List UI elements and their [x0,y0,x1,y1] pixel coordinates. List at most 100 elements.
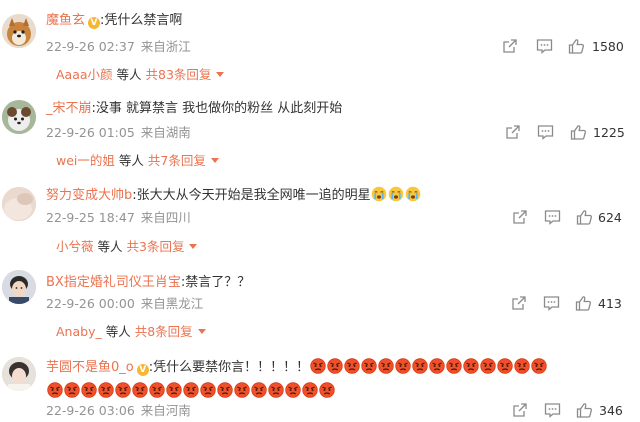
reply-mid: 等人 [116,67,142,82]
angry-face-emoji [165,382,182,398]
reply-summary[interactable]: Aaaa小颜 等人 共83条回复 [56,66,225,84]
angry-face-emoji [428,358,445,374]
angry-face-emoji [199,382,216,398]
comment-icon[interactable] [544,209,561,227]
comment-meta: 22-9-25 18:47 来自四川 [46,209,191,227]
reply-summary[interactable]: wei一的姐 等人 共7条回复 [56,152,219,170]
angry-face-emoji [309,358,326,374]
angry-face-emoji [301,382,318,398]
angry-face-emoji [360,358,377,374]
share-icon[interactable] [502,38,518,56]
share-icon[interactable] [505,124,521,142]
comment-date: 22-9-26 02:37 [46,39,135,54]
like-count: 1580 [592,39,624,54]
vip-badge-icon: V [136,364,149,376]
avatar[interactable] [2,100,36,134]
angry-face-emoji [148,382,165,398]
username[interactable]: 魔鱼玄 [46,13,85,28]
comment-meta: 22-9-26 02:37 来自浙江 [46,38,191,56]
comment-text: :凭什么要禁你言！！！！！ [148,360,310,375]
comment-icon[interactable] [544,402,561,420]
angry-face-emoji [513,358,530,374]
reply-user[interactable]: Anaby_ [56,324,102,339]
reply-count-link[interactable]: 共3条回复 [127,239,185,254]
comment-icon[interactable] [536,38,553,56]
emoji-group [46,380,335,398]
angry-face-emoji [284,382,301,398]
comment-icon[interactable] [537,124,554,142]
reply-count-link[interactable]: 共7条回复 [148,153,206,168]
reply-summary[interactable]: Anaby_ 等人 共8条回复 [56,323,206,341]
like-count: 624 [598,210,622,225]
avatar[interactable] [2,14,36,48]
vip-badge-icon: V [88,17,101,29]
angry-face-emoji [250,382,267,398]
angry-face-emoji [479,358,496,374]
chevron-down-icon [189,244,198,249]
comment-date: 22-9-25 18:47 [46,210,135,225]
thumbs-up-icon[interactable] [570,124,587,142]
share-icon[interactable] [512,209,528,227]
reply-user[interactable]: wei一的姐 [56,153,115,168]
angry-face-emoji [80,382,97,398]
emoji-group [309,358,547,375]
angry-face-emoji [343,358,360,374]
comment-meta: 22-9-26 01:05 来自湖南 [46,124,191,142]
comment-line: 芋圆不是鱼0_o V:凭什么要禁你言！！！！！ [46,358,547,378]
avatar[interactable] [2,187,36,221]
reply-count-link[interactable]: 共8条回复 [135,324,193,339]
angry-face-emoji [267,382,284,398]
share-icon[interactable] [512,402,528,420]
comment-meta: 22-9-26 03:06 来自河南 [46,402,191,420]
share-icon[interactable] [511,295,527,313]
username[interactable]: 努力变成大帅b [46,188,132,203]
thumbs-up-icon[interactable] [576,209,593,227]
angry-face-emoji [462,358,479,374]
like-count: 413 [598,296,622,311]
comment-text: :没事 就算禁言 我也做你的粉丝 从此刻开始 [91,101,343,116]
angry-face-emoji [496,358,513,374]
username[interactable]: BX指定婚礼司仪王肖宝 [46,275,181,290]
comment-location: 来自浙江 [140,39,191,54]
avatar[interactable] [2,357,36,391]
reply-mid: 等人 [97,239,123,254]
comment-line: BX指定婚礼司仪王肖宝:禁言了？？ [46,273,250,293]
chevron-down-icon [210,158,219,163]
comment-icon[interactable] [543,295,560,313]
reply-summary[interactable]: 小兮薇 等人 共3条回复 [56,238,198,256]
reply-user[interactable]: Aaaa小颜 [56,67,113,82]
angry-face-emoji [326,358,343,374]
emoji-group [371,186,422,203]
like-count: 346 [599,403,623,418]
angry-face-emoji [46,382,63,398]
angry-face-emoji [97,382,114,398]
comment-meta: 22-9-26 00:00 来自黑龙江 [46,295,203,313]
angry-face-emoji [318,382,335,398]
reply-user[interactable]: 小兮薇 [56,239,94,254]
comment-date: 22-9-26 00:00 [46,296,135,311]
angry-face-emoji [63,382,80,398]
angry-face-emoji [530,358,547,374]
angry-face-emoji [394,358,411,374]
crying-emoji [388,186,404,202]
reply-count-link[interactable]: 共83条回复 [146,67,212,82]
comment-text: :凭什么禁言啊 [100,13,183,28]
angry-face-emoji [411,358,428,374]
comment-location: 来自河南 [140,403,191,418]
thumbs-up-icon[interactable] [568,38,585,56]
username[interactable]: 芋圆不是鱼0_o [46,360,134,375]
angry-face-emoji [233,382,250,398]
comment-text: :张大大从今天开始是我全网唯一追的明星 [132,188,371,203]
comment-line: 努力变成大帅b:张大大从今天开始是我全网唯一追的明星 [46,186,422,206]
username[interactable]: _宋不崩 [46,101,92,116]
angry-face-emoji [182,382,199,398]
angry-face-emoji [216,382,233,398]
chevron-down-icon [216,72,225,77]
avatar[interactable] [2,270,36,304]
comment-location: 来自四川 [140,210,191,225]
angry-face-emoji [377,358,394,374]
thumbs-up-icon[interactable] [576,402,593,420]
crying-emoji [405,186,421,202]
thumbs-up-icon[interactable] [575,295,592,313]
like-count: 1225 [593,125,625,140]
